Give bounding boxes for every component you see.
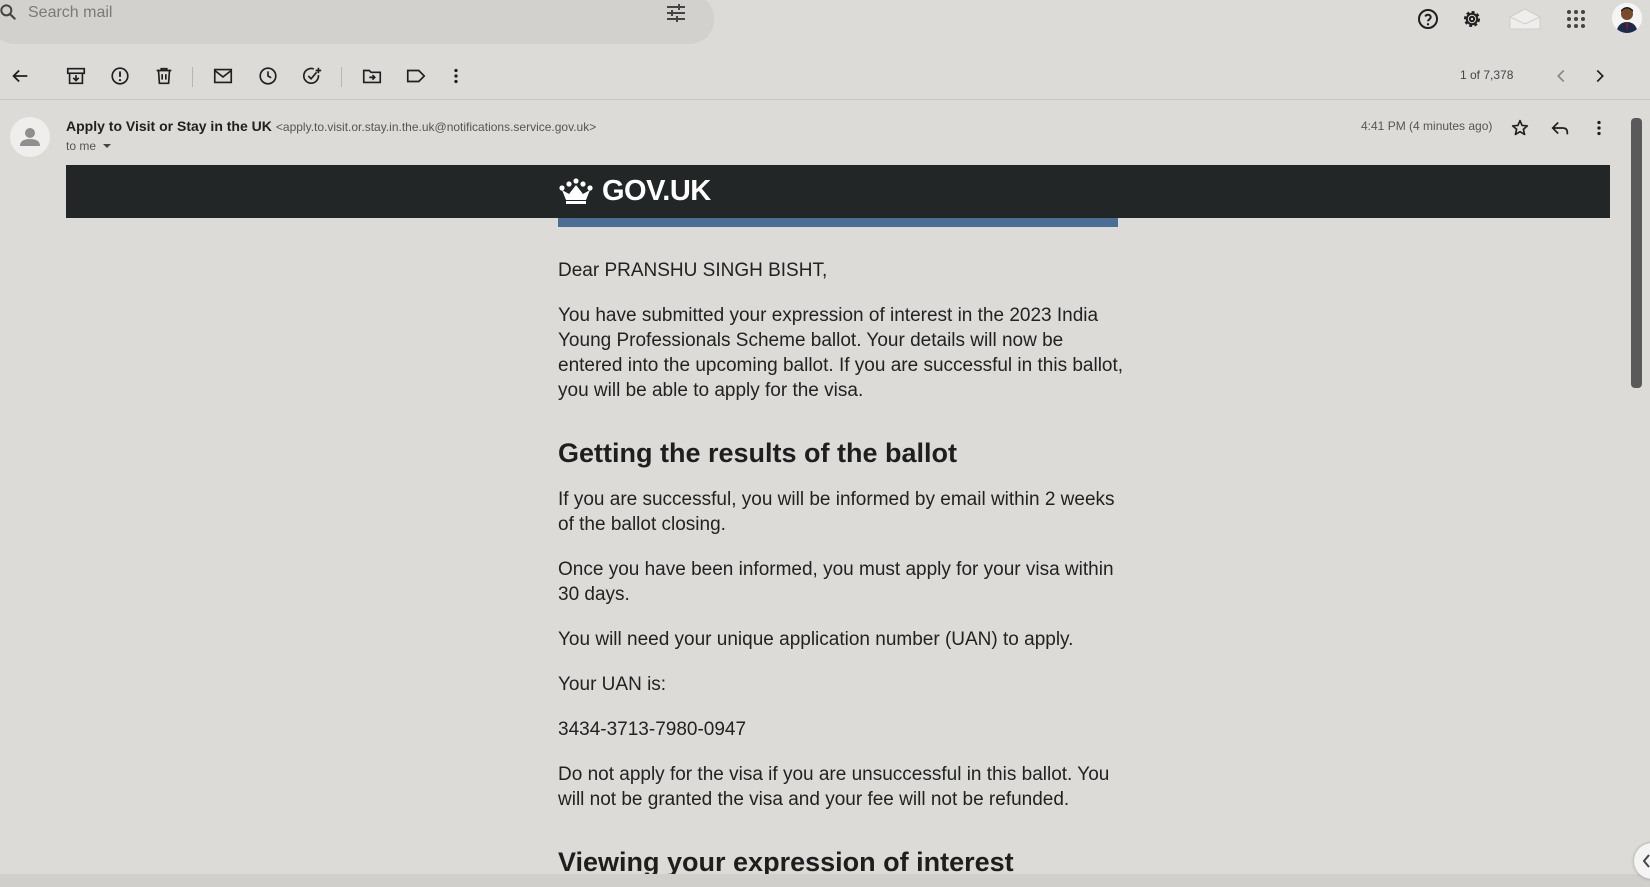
gov-uk-banner: GOV.UK [66, 165, 1610, 218]
greeting: Dear PRANSHU SINGH BISHT, [558, 260, 828, 281]
chevron-left-icon[interactable] [1550, 65, 1572, 87]
sender-line: Apply to Visit or Stay in the UK <apply.t… [66, 118, 596, 134]
message-toolbar: 1 of 7,378 [0, 58, 1650, 100]
star-icon[interactable] [1509, 117, 1531, 139]
search-input[interactable] [28, 2, 588, 24]
gov-uk-wordmark: GOV.UK [602, 174, 711, 207]
help-icon[interactable] [1416, 7, 1440, 31]
toolbar-divider [192, 67, 193, 87]
mail-app-icon[interactable] [1508, 7, 1542, 31]
email-body: Dear PRANSHU SINGH BISHT, You have submi… [558, 258, 1128, 887]
side-panel-toggle[interactable] [1634, 843, 1650, 879]
search-icon[interactable] [0, 2, 18, 22]
more-vert-icon[interactable] [1588, 117, 1610, 139]
recipient-label: to me [66, 139, 97, 153]
uan-number: 3434-3713-7980-0947 [558, 719, 747, 740]
back-arrow-icon[interactable] [9, 65, 31, 87]
filter-icon[interactable] [664, 1, 688, 25]
account-avatar[interactable] [1612, 3, 1642, 33]
body-paragraph: You have submitted your expression of in… [558, 305, 1124, 401]
message-time: 4:41 PM (4 minutes ago) [1361, 119, 1493, 133]
crown-icon [559, 178, 593, 204]
sender-avatar[interactable] [10, 117, 50, 157]
delete-icon[interactable] [153, 65, 175, 87]
report-spam-icon[interactable] [109, 65, 131, 87]
gov-uk-logo[interactable]: GOV.UK [558, 173, 711, 209]
search-bar[interactable] [0, 0, 714, 44]
banner-stripe [558, 218, 1118, 227]
toolbar-divider [341, 67, 342, 87]
body-paragraph: You will need your unique application nu… [558, 629, 1074, 650]
body-paragraph: Your UAN is: [558, 674, 667, 695]
sender-name[interactable]: Apply to Visit or Stay in the UK [66, 118, 272, 134]
body-paragraph: If you are successful, you will be infor… [558, 489, 1115, 535]
mark-unread-icon[interactable] [212, 65, 234, 87]
body-paragraph: Do not apply for the visa if you are uns… [558, 764, 1110, 810]
move-to-icon[interactable] [361, 65, 383, 87]
top-bar [0, 0, 1650, 48]
body-paragraph: Once you have been informed, you must ap… [558, 559, 1114, 605]
recipient-details[interactable]: to me [66, 139, 112, 153]
pagination-count: 1 of 7,378 [1460, 68, 1514, 82]
section-heading: Getting the results of the ballot [558, 438, 958, 468]
reply-icon[interactable] [1549, 117, 1571, 139]
add-task-icon[interactable] [301, 65, 323, 87]
chevron-right-icon[interactable] [1589, 65, 1611, 87]
apps-grid-icon[interactable] [1564, 7, 1588, 31]
bottom-strip [0, 874, 1650, 887]
sender-email: <apply.to.visit.or.stay.in.the.uk@notifi… [275, 120, 597, 134]
snooze-icon[interactable] [257, 65, 279, 87]
settings-icon[interactable] [1460, 7, 1484, 31]
caret-down-icon[interactable] [102, 142, 112, 150]
more-vert-icon[interactable] [445, 65, 467, 87]
label-icon[interactable] [405, 65, 427, 87]
archive-icon[interactable] [65, 65, 87, 87]
scrollbar-thumb[interactable] [1631, 118, 1642, 388]
chevron-left-icon [1642, 854, 1650, 868]
